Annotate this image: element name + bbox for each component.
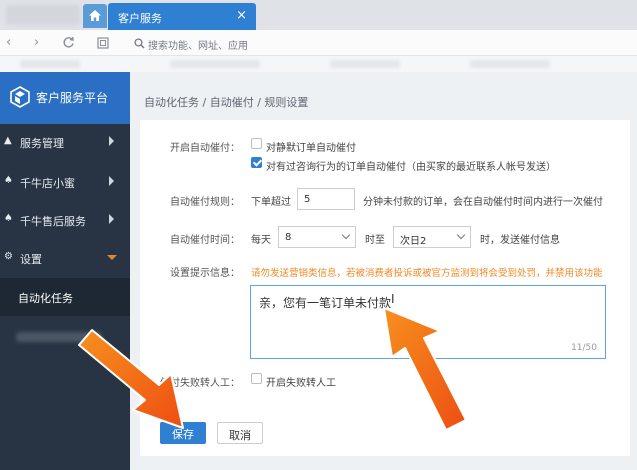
sidebar-subitem-label: 自动化任务 [18, 292, 73, 305]
blurred-tab[interactable] [6, 5, 80, 25]
sidebar-item-label: 千牛售后服务 [20, 215, 86, 228]
silent-order-label: 对静默订单自动催付 [266, 143, 356, 154]
breadcrumb: 自动化任务 / 自动催付 / 规则设置 [144, 96, 309, 109]
reader-icon[interactable] [97, 37, 109, 49]
time-suffix: 时，发送催付信息 [480, 235, 560, 246]
blurred-bookmark[interactable] [170, 60, 260, 68]
fail-label: 催付失败转人工： [160, 378, 240, 389]
home-icon [89, 10, 101, 21]
browser-toolbar: ‹ › 搜索功能、网址、应用 [0, 30, 637, 56]
gear-icon: ⚙ [4, 251, 13, 262]
sidebar-item-label: 千牛店小蜜 [20, 177, 75, 190]
chevron-down-icon [456, 230, 466, 240]
char-count: 11/50 [571, 343, 597, 353]
sidebar-item-label: 服务管理 [20, 137, 64, 150]
sidebar-item-after-sales[interactable]: ♠ 千牛售后服务 [0, 202, 130, 238]
rule-prefix: 下单超过 [251, 197, 291, 208]
chevron-down-icon [341, 230, 351, 240]
consult-order-label: 对有过咨询行为的订单自动催付（由买家的最近联系人帐号发送） [266, 162, 556, 173]
sidebar-item-settings[interactable]: ⚙ 设置 [0, 240, 130, 276]
consult-order-checkbox[interactable] [251, 157, 262, 168]
end-hour-select[interactable]: 次日2 [393, 226, 471, 248]
sidebar-item-service-management[interactable]: ▲ 服务管理 [0, 124, 130, 160]
chevron-right-icon [109, 214, 114, 224]
blurred-sidebar-item[interactable] [16, 332, 102, 342]
rule-label: 自动催付规则： [170, 197, 240, 208]
chevron-right-icon [109, 136, 114, 146]
minutes-input[interactable]: 5 [297, 188, 355, 210]
start-hour-select[interactable]: 8 [278, 226, 356, 248]
time-prefix: 每天 [251, 235, 271, 246]
back-icon[interactable]: ‹ [6, 35, 11, 50]
forward-icon[interactable]: › [34, 35, 39, 50]
sidebar: 客户服务平台 ▲ 服务管理 ♠ 千牛店小蜜 ♠ 千牛售后服务 ⚙ 设置 自动化任… [0, 72, 130, 470]
browser-tab-bar: 客户服务 × [0, 0, 637, 30]
sidebar-item-qianniu-assistant[interactable]: ♠ 千牛店小蜜 [0, 164, 130, 200]
message-value: 亲，您有一笔订单未付款 [259, 296, 392, 310]
bookmark-strip [0, 56, 637, 72]
sidebar-subitem-automation[interactable]: 自动化任务 [0, 278, 130, 316]
save-button[interactable]: 保存 [160, 422, 206, 444]
refresh-icon[interactable] [62, 36, 75, 49]
fail-transfer-label: 开启失败转人工 [266, 378, 336, 389]
bell-icon: ▲ [4, 135, 12, 146]
sidebar-item-label: 设置 [20, 253, 42, 266]
cancel-button[interactable]: 取消 [217, 422, 263, 444]
end-hour-value: 次日2 [400, 236, 427, 247]
rule-suffix: 分钟未付款的订单，会在自动催付时间内进行一次催付 [363, 197, 603, 208]
warning-text: 请勿发送营销类信息，若被消费者投诉或被官方监测到将会受到处罚，并禁用该功能 [251, 268, 603, 279]
active-tab[interactable]: 客户服务 × [108, 3, 256, 30]
address-placeholder: 搜索功能、网址、应用 [148, 41, 248, 52]
cow-icon: ♠ [4, 175, 13, 186]
message-textarea[interactable]: 亲，您有一笔订单未付款 I 11/50 [250, 285, 606, 359]
start-hour-value: 8 [285, 232, 292, 243]
brand-header[interactable]: 客户服务平台 [0, 72, 130, 124]
blurred-bookmark[interactable] [470, 60, 550, 68]
search-icon [134, 38, 145, 49]
enable-label: 开启自动催付： [170, 143, 240, 154]
chevron-down-icon [107, 255, 117, 260]
address-bar[interactable]: 搜索功能、网址、应用 [130, 33, 637, 53]
tab-title: 客户服务 [118, 12, 162, 25]
time-mid: 时至 [365, 235, 385, 246]
close-icon[interactable]: × [236, 8, 247, 23]
time-label: 自动催付时间： [170, 235, 240, 246]
silent-order-checkbox[interactable] [251, 138, 262, 149]
blurred-bookmark[interactable] [20, 60, 80, 68]
text-cursor: I [391, 292, 395, 306]
blurred-bookmark[interactable] [330, 60, 400, 68]
brand-name: 客户服务平台 [36, 91, 109, 105]
chevron-right-icon [109, 176, 114, 186]
message-label: 设置提示信息： [170, 268, 240, 279]
fail-transfer-checkbox[interactable] [251, 373, 262, 384]
home-tab[interactable] [83, 4, 107, 28]
cow-icon: ♠ [4, 213, 13, 224]
logo-icon [10, 86, 30, 108]
